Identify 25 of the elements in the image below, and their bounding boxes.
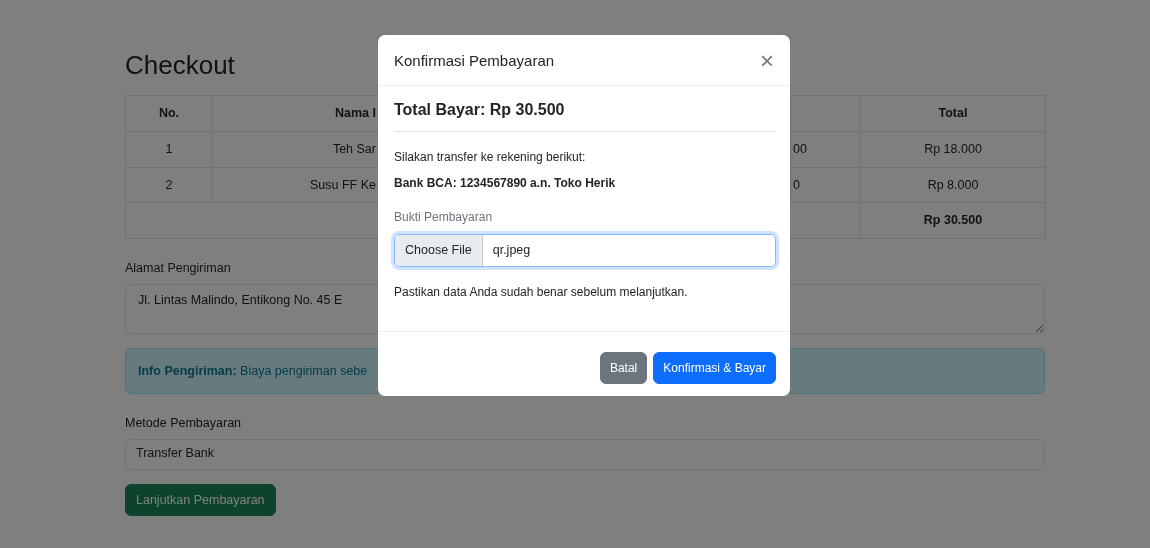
cancel-button[interactable]: Batal — [599, 352, 648, 385]
instruction-text: Silakan transfer ke rekening berikut: — [394, 149, 587, 167]
total-payment-text: Total Bayar: Rp 30.500 — [394, 100, 566, 120]
bank-account-text: Bank BCA: 1234567890 a.n. Toko Herik — [394, 175, 617, 193]
column-header: Total — [860, 95, 1046, 132]
field-label: Alamat Pengiriman — [125, 260, 232, 278]
continue-payment-button[interactable]: Lanjutkan Pembayaran — [125, 483, 276, 517]
info-alert-text: Info Pengiriman: Biaya pengiriman sebe — [138, 362, 368, 380]
file-name-text: qr.jpeg — [491, 242, 532, 260]
table-cell: 2 — [125, 167, 213, 203]
table-cell: Rp 18.000 — [860, 131, 1046, 168]
close-button[interactable]: × — [758, 49, 776, 73]
confirm-button[interactable]: Konfirmasi & Bayar — [653, 352, 776, 385]
note-text: Pastikan data Anda sudah benar sebelum melanjutkan. — [394, 284, 689, 302]
choose-file-button[interactable]: Choose File — [395, 235, 483, 267]
column-header: No. — [125, 95, 213, 132]
table-cell: Rp 8.000 — [860, 167, 1046, 203]
file-input-field[interactable]: Choose File qr.jpeg — [394, 234, 776, 268]
table-cell: 1 — [125, 131, 213, 168]
field-label: Metode Pembayaran — [125, 414, 243, 432]
field-label: Bukti Pembayaran — [394, 209, 494, 227]
modal-title: Konfirmasi Pembayaran — [394, 52, 555, 70]
page-title: Checkout — [125, 50, 235, 82]
grand-total-cell: Rp 30.500 — [860, 202, 1046, 239]
payment-method-select[interactable]: Transfer Bank — [125, 438, 1045, 470]
